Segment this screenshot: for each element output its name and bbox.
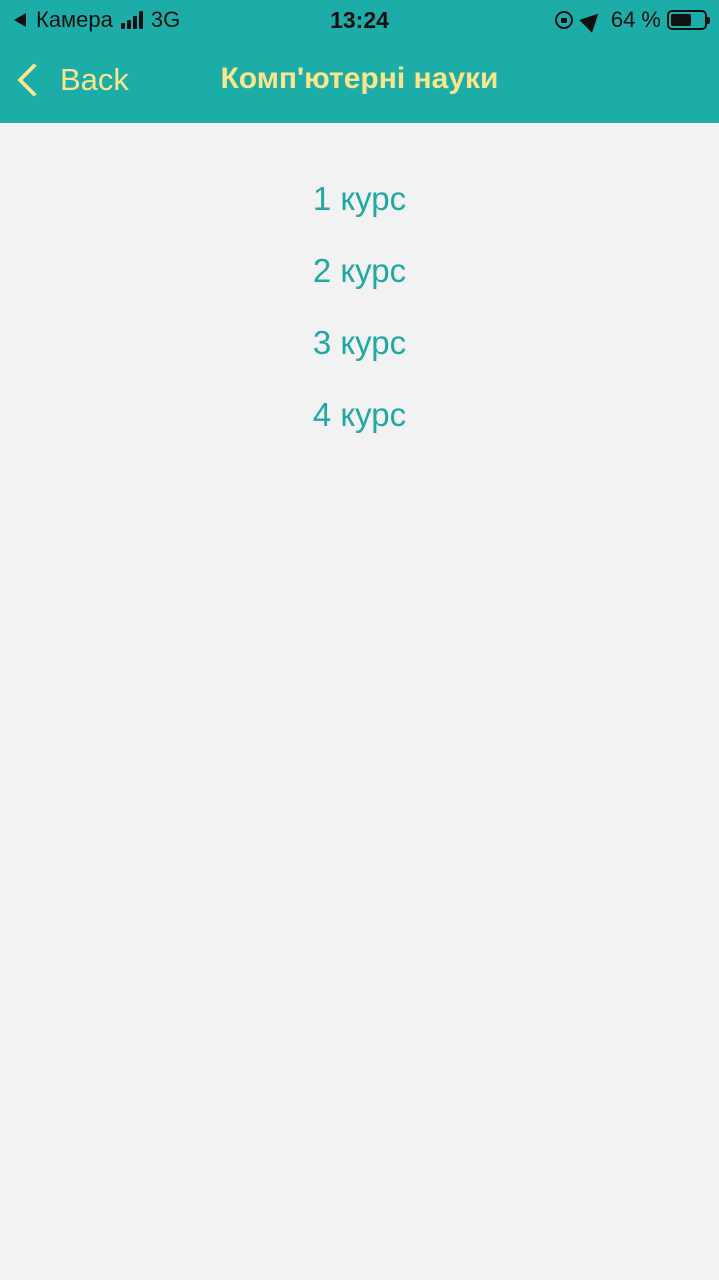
battery-icon: [667, 10, 710, 30]
location-icon: [579, 7, 605, 33]
battery-percent: 64 %: [610, 7, 661, 32]
top-bar: Камера 3G 13:24 64 % Back Комп'ютерні на…: [0, 0, 719, 123]
orientation-lock-icon: [554, 11, 573, 29]
course-list: 1 курс 2 курс 3 курс 4 курс: [0, 160, 719, 448]
status-right: 64 %: [554, 7, 710, 33]
course-item-1[interactable]: 1 курс: [0, 160, 719, 232]
course-item-4[interactable]: 4 курс: [0, 376, 719, 448]
course-item-3[interactable]: 3 курс: [0, 304, 719, 376]
battery-fill: [671, 14, 692, 26]
page-title: Комп'ютерні науки: [220, 62, 499, 95]
course-item-2[interactable]: 2 курс: [0, 232, 719, 304]
status-bar: Камера 3G 13:24 64 %: [0, 0, 719, 40]
navigation-bar: Back Комп'ютерні науки: [0, 40, 719, 123]
